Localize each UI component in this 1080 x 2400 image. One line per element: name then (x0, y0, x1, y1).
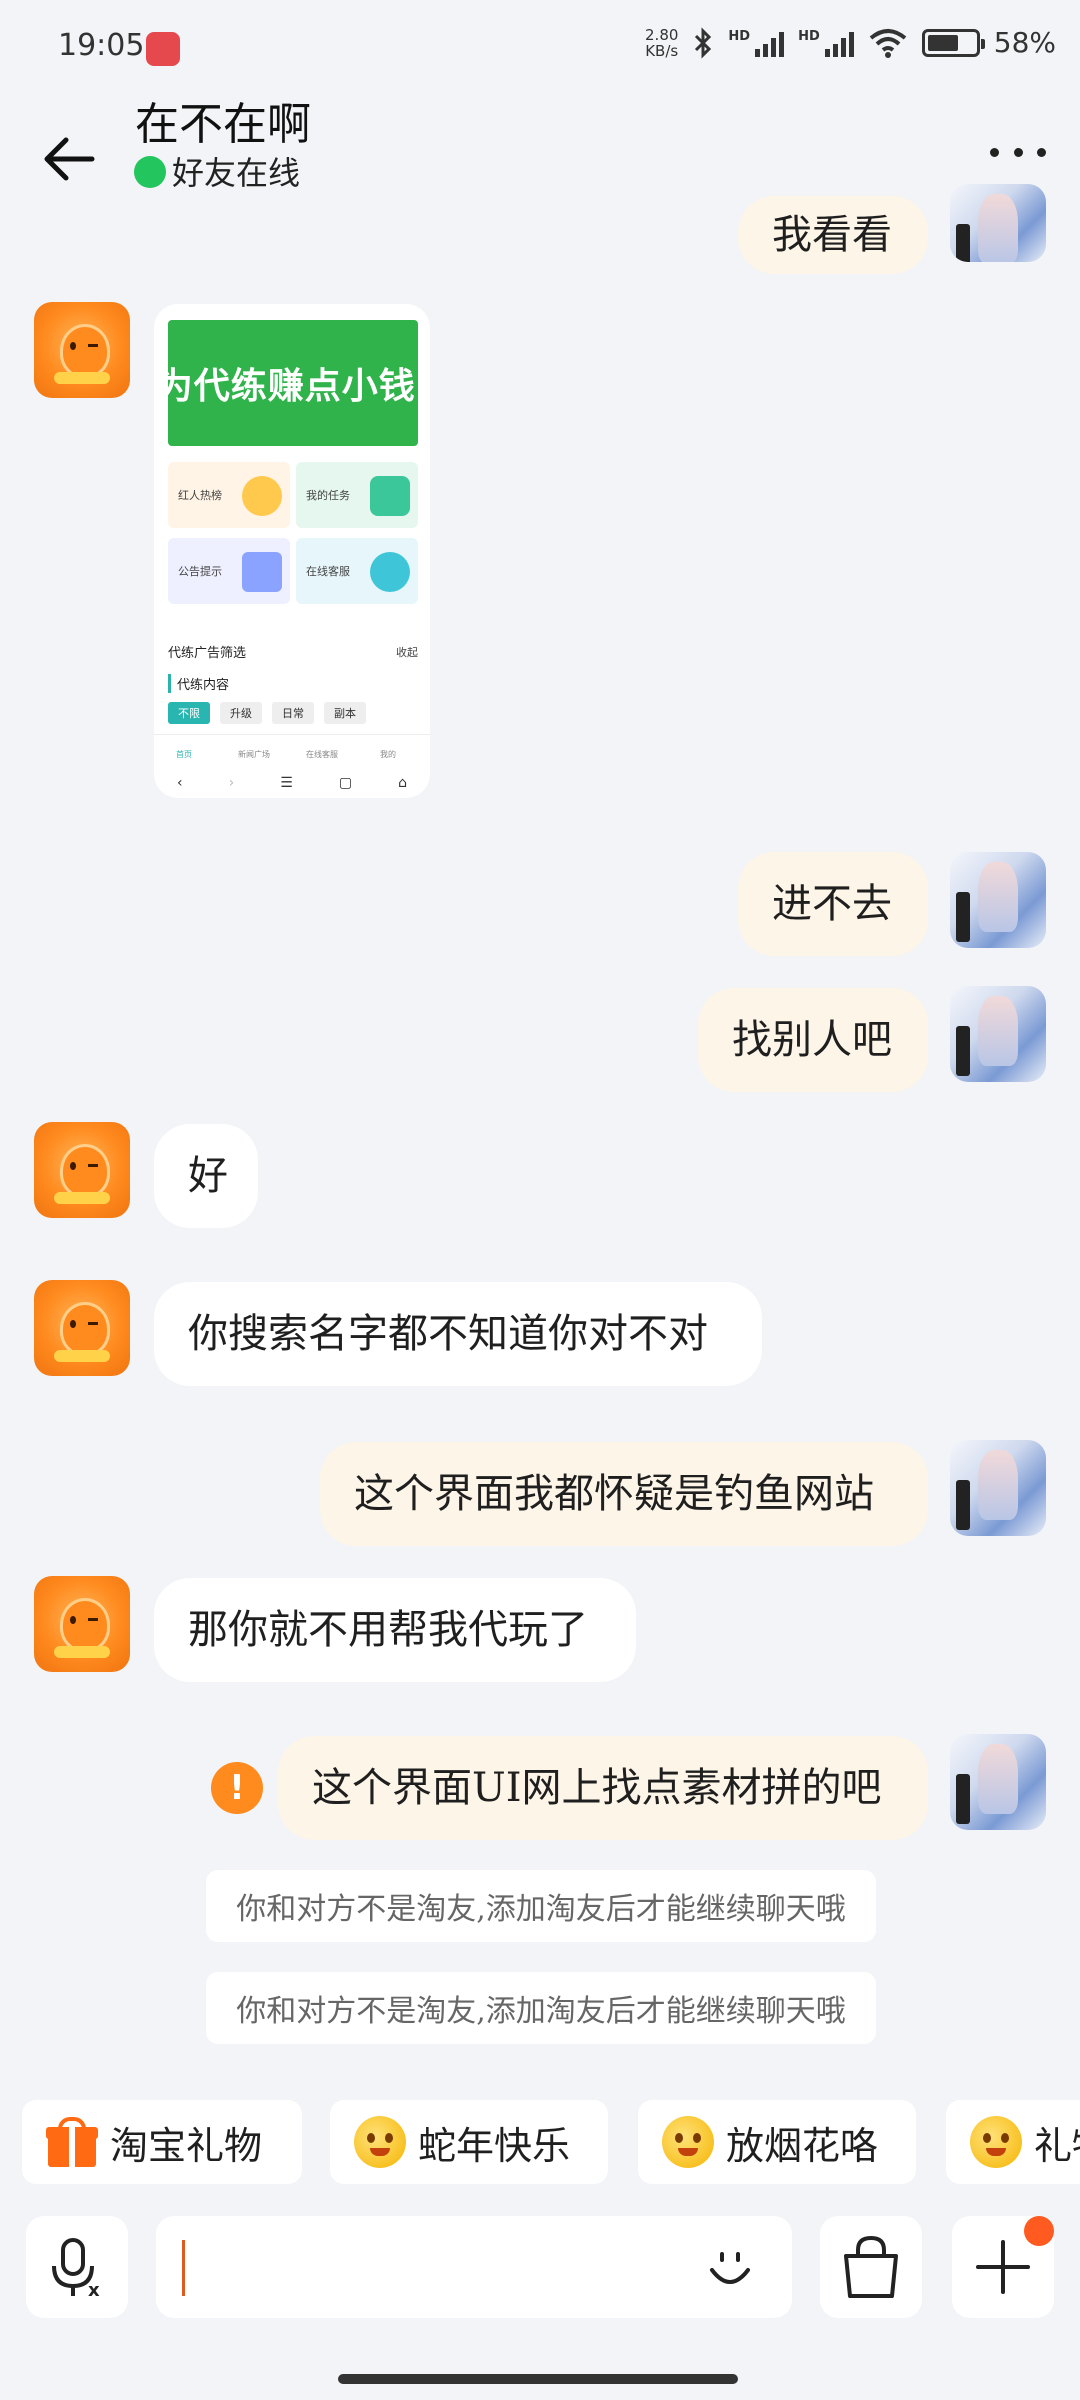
image-tile-service: 在线客服 (296, 538, 418, 604)
signal-2-icon: HD (798, 29, 854, 57)
message-bubble-theirs[interactable]: 你搜索名字都不知道你对不对 (154, 1282, 762, 1386)
my-avatar[interactable] (950, 1734, 1046, 1830)
net-speed: 2.80 KB/s (645, 25, 679, 60)
quick-reply-chip[interactable]: 礼物 (946, 2100, 1080, 2184)
gift-icon (46, 2117, 98, 2167)
image-chip: 日常 (272, 702, 314, 724)
online-status-text: 好友在线 (172, 154, 301, 192)
image-collapse-label: 收起 (396, 646, 418, 659)
emoji-icon[interactable] (700, 2238, 760, 2298)
back-arrow-icon[interactable] (36, 126, 102, 192)
battery-percent: 58% (993, 26, 1056, 59)
battery-icon (921, 28, 985, 57)
notification-app-icon (146, 32, 180, 66)
my-avatar[interactable] (950, 852, 1046, 948)
image-tabbar: 首页 新闻广场 在线客服 我的 (154, 734, 430, 765)
system-notice: 你和对方不是淘友,添加淘友后才能继续聊天哦 (206, 1972, 876, 2044)
image-chip: 副本 (324, 702, 366, 724)
quick-reply-chip[interactable]: 放烟花咯 (638, 2100, 916, 2184)
contact-avatar[interactable] (34, 1576, 130, 1672)
my-avatar[interactable] (950, 986, 1046, 1082)
emoji-sticker-icon (970, 2116, 1022, 2168)
contact-avatar[interactable] (34, 302, 130, 398)
status-time: 19:05 (58, 28, 145, 63)
voice-icon: x (52, 2238, 100, 2301)
image-nav-menu-icon: ☰ (280, 775, 293, 791)
shop-button[interactable] (820, 2216, 922, 2318)
status-right: 2.80 KB/s HD HD 58% (645, 26, 1056, 59)
text-caret (182, 2240, 185, 2296)
image-tile-hot: 红人热榜 (168, 462, 290, 528)
quick-reply-chip[interactable]: 蛇年快乐 (330, 2100, 608, 2184)
svg-text:x: x (88, 2280, 100, 2301)
message-bubble-mine[interactable]: 找别人吧 (698, 988, 928, 1092)
image-banner-text: 成为代练赚点小钱 ！ (154, 320, 430, 446)
image-message[interactable]: 成为代练赚点小钱 ！ 红人热榜 我的任务 公告提示 在线客服 代练广告筛选 收起… (154, 304, 430, 798)
image-chip: 不限 (168, 702, 210, 724)
message-bubble-mine[interactable]: 进不去 (738, 852, 928, 956)
message-input[interactable] (156, 2216, 792, 2318)
wifi-icon (869, 28, 907, 58)
send-failed-error-icon[interactable]: ! (211, 1762, 263, 1814)
image-tile-tasks: 我的任务 (296, 462, 418, 528)
image-nav-tabs-icon: ▢ (338, 775, 353, 791)
bluetooth-icon (695, 26, 712, 59)
message-bubble-mine[interactable]: 这个界面我都怀疑是钓鱼网站 (320, 1442, 928, 1546)
contact-avatar[interactable] (34, 1122, 130, 1218)
image-tile-notice: 公告提示 (168, 538, 290, 604)
more-icon[interactable] (990, 140, 1046, 164)
shopping-bag-icon (844, 2235, 898, 2298)
online-status-dot (134, 156, 166, 188)
image-chip: 升级 (220, 702, 262, 724)
image-nav-forward-icon: › (228, 775, 235, 791)
image-filter-title: 代练广告筛选 (168, 646, 247, 661)
message-bubble-mine[interactable]: 这个界面UI网上找点素材拼的吧 (278, 1736, 928, 1840)
image-section-title: 代练内容 (168, 674, 229, 693)
message-bubble-theirs[interactable]: 好 (154, 1124, 258, 1228)
voice-input-button[interactable]: x (26, 2216, 128, 2318)
my-avatar[interactable] (950, 184, 1046, 262)
image-nav-home-icon: ⌂ (398, 775, 407, 791)
chat-title: 在不在啊 (135, 99, 311, 150)
contact-avatar[interactable] (34, 1280, 130, 1376)
message-bubble-mine[interactable]: 我看看 (738, 196, 928, 274)
signal-1-icon: HD (728, 29, 785, 57)
quick-reply-chip[interactable]: 淘宝礼物 (22, 2100, 302, 2184)
emoji-sticker-icon (354, 2116, 406, 2168)
image-nav-back-icon: ‹ (177, 775, 183, 791)
system-notice: 你和对方不是淘友,添加淘友后才能继续聊天哦 (206, 1870, 876, 1942)
my-avatar[interactable] (950, 1440, 1046, 1536)
emoji-sticker-icon (662, 2116, 714, 2168)
status-bar: 19:05 2.80 KB/s HD HD 58% (0, 0, 1080, 96)
message-bubble-theirs[interactable]: 那你就不用帮我代玩了 (154, 1578, 636, 1682)
notification-dot (1024, 2216, 1054, 2246)
home-indicator[interactable] (338, 2374, 738, 2384)
image-nav-bar: ‹ › ☰ ▢ ⌂ (154, 768, 430, 798)
